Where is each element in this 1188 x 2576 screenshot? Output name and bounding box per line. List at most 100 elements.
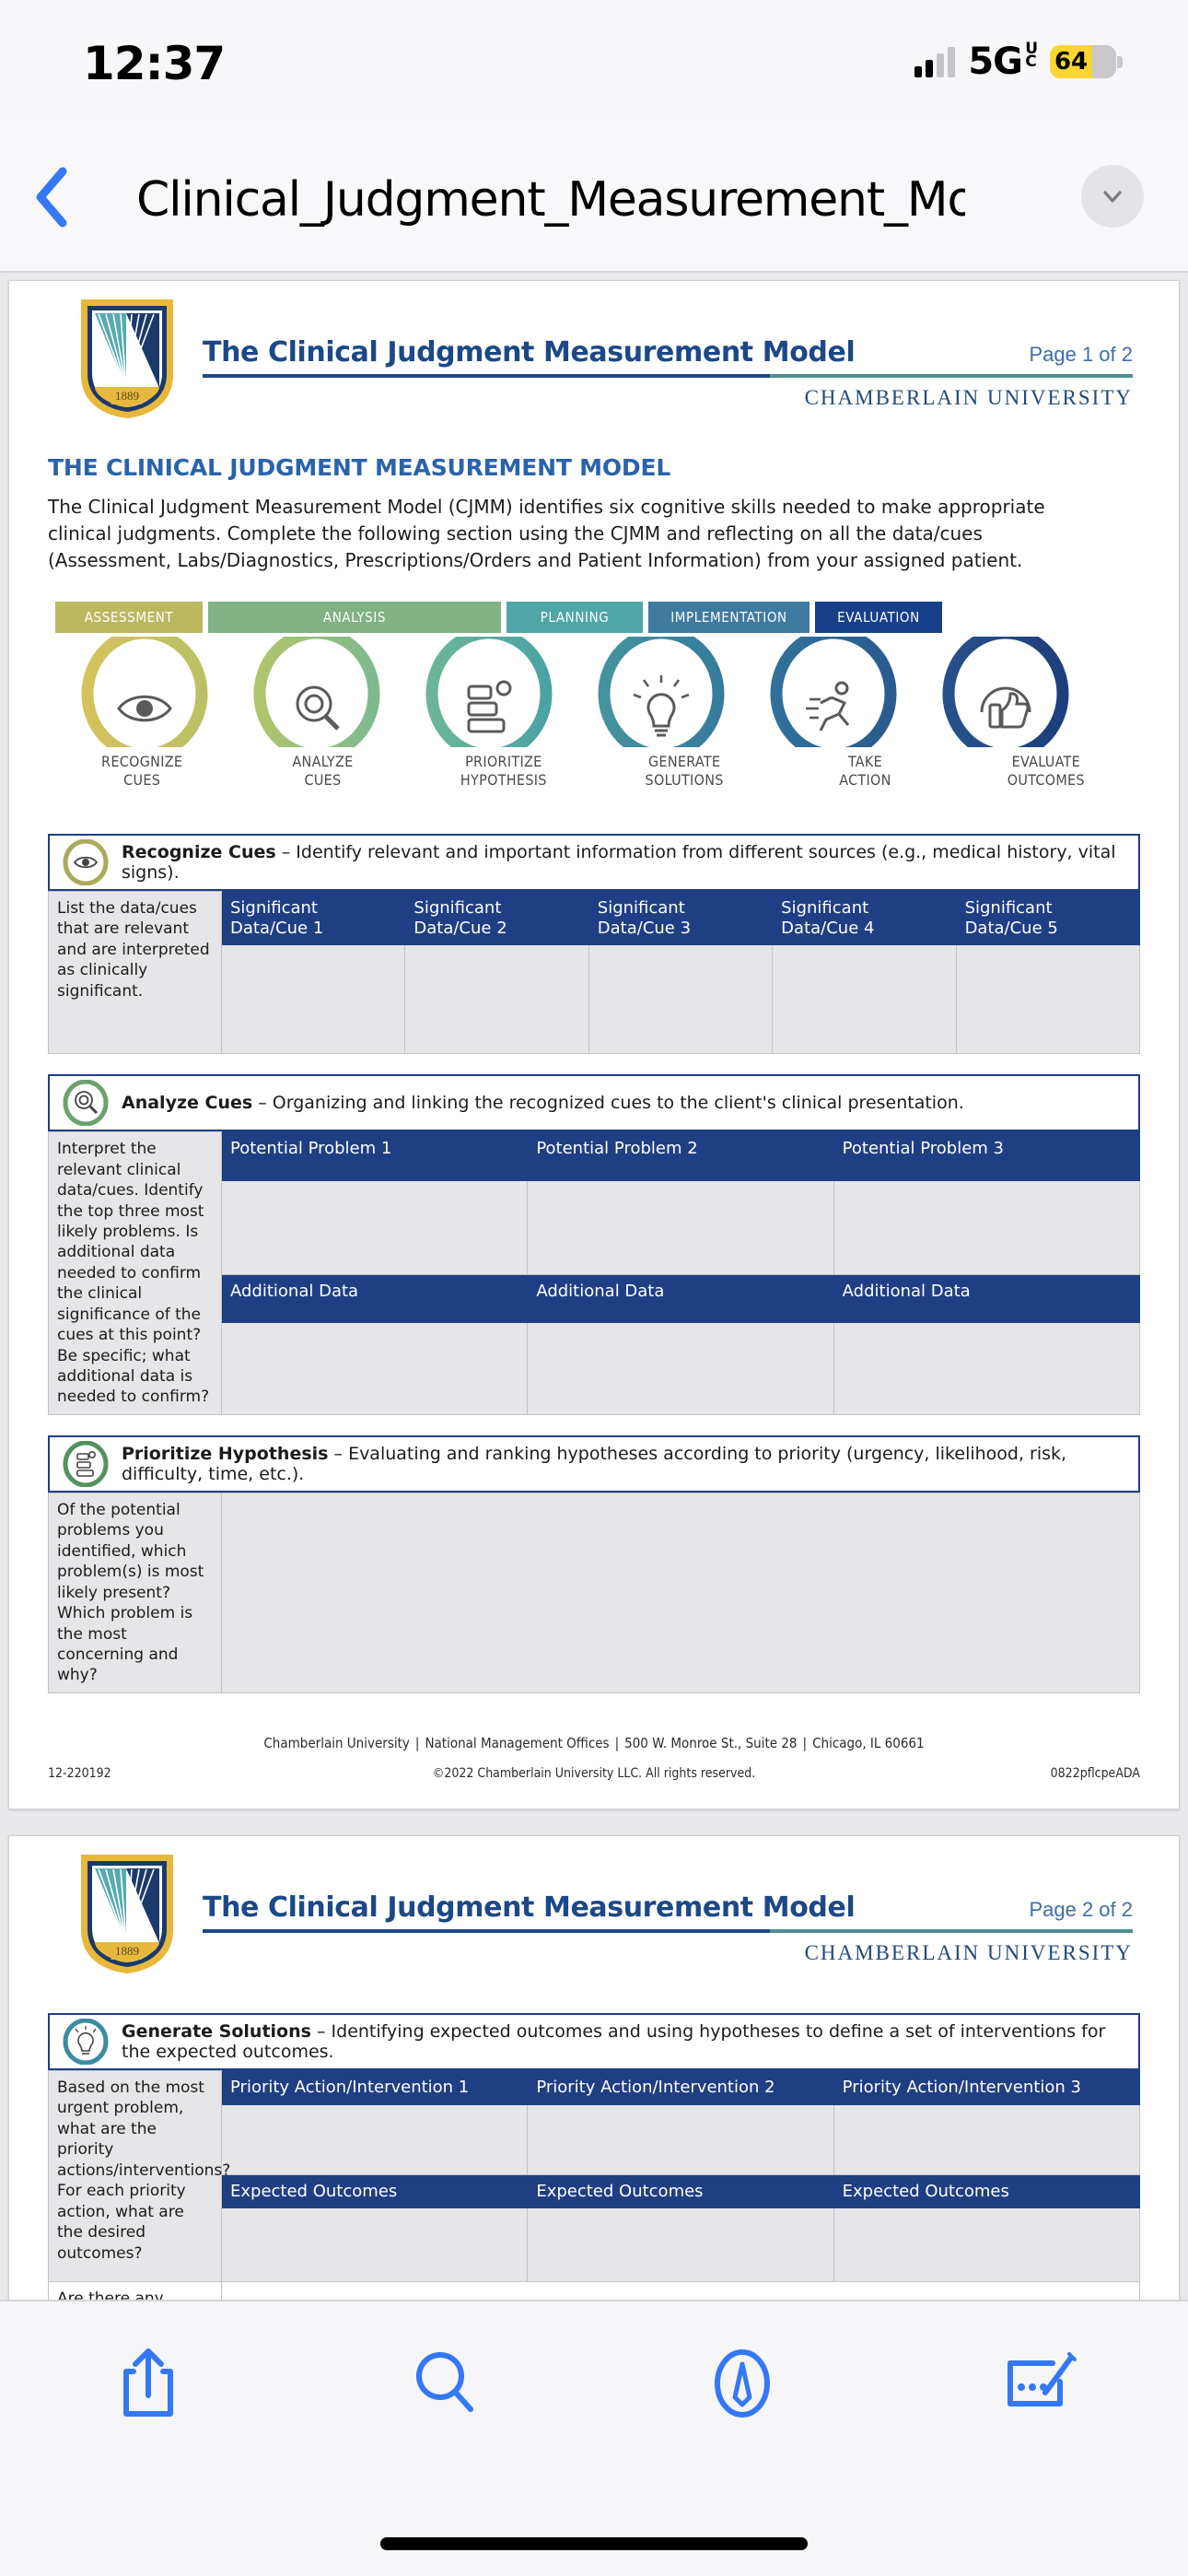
footer-doc-code-left: 12-220192 xyxy=(48,1766,111,1781)
cell-next-partial[interactable] xyxy=(221,2281,1140,2300)
col-header-additional-data-1: Additional Data xyxy=(220,1273,529,1323)
cell-sig-cue-1[interactable] xyxy=(220,944,406,1055)
cell-additional-data-2[interactable] xyxy=(527,1321,834,1415)
status-bar: 12:37 5G U C 64 xyxy=(0,0,1188,122)
cell-sig-cue-4[interactable] xyxy=(772,944,957,1055)
block-generate-solutions: Generate Solutions – Identifying expecte… xyxy=(48,2013,1141,2300)
step-label-evaluate-outcomes: EVALUATE OUTCOMES xyxy=(1007,753,1085,789)
section-heading: THE CLINICAL JUDGMENT MEASUREMENT MODEL xyxy=(48,454,671,481)
band-analyze-cues: Analyze Cues – Organizing and linking th… xyxy=(48,1074,1140,1132)
footer-address: Chamberlain University | National Manageme… xyxy=(48,1735,1140,1751)
phase-chip-analysis: ANALYSIS xyxy=(208,602,501,633)
table-row: List the data/cues that are relevant and… xyxy=(48,890,1141,1055)
col-header-expected-outcomes-1: Expected Outcomes xyxy=(220,2173,529,2209)
chamberlain-shield-logo: 1889 xyxy=(77,1851,177,1976)
footer-address-part-4: Chicago, IL 60661 xyxy=(812,1735,925,1751)
step-label-analyze-cues: ANALYZE CUES xyxy=(292,753,354,789)
step-label-generate-solutions: GENERATE SOLUTIONS xyxy=(645,753,724,789)
cell-sig-cue-2[interactable] xyxy=(404,944,589,1055)
chevron-left-icon[interactable] xyxy=(31,166,72,228)
phase-chip-planning: PLANNING xyxy=(507,602,643,633)
page-footer: Chamberlain University | National Manageme… xyxy=(48,1735,1140,1781)
document-page-1: 1889 The Clinical Judgment Measurement M… xyxy=(8,280,1180,1809)
cell-expected-outcomes-1[interactable] xyxy=(220,2207,529,2283)
page-header: 1889 The Clinical Judgment Measurement M… xyxy=(48,281,1140,419)
page-number-label: Page 1 of 2 xyxy=(1029,343,1133,366)
table-recognize-cues: List the data/cues that are relevant and… xyxy=(48,890,1141,1055)
battery-icon: 64 xyxy=(1050,45,1123,78)
prompt-recognize-cues: List the data/cues that are relevant and… xyxy=(48,890,222,1055)
cell-priority-action-3[interactable] xyxy=(833,2103,1141,2175)
logo-year: 1889 xyxy=(115,1944,139,1958)
col-header-potential-problem-1: Potential Problem 1 xyxy=(220,1131,529,1181)
university-name: CHAMBERLAIN UNIVERSITY xyxy=(804,1941,1133,1964)
chevron-down-icon[interactable] xyxy=(1081,165,1144,228)
battery-percent-label: 64 xyxy=(1054,48,1089,76)
band-text-prioritize-hypothesis: Prioritize Hypothesis – Evaluating and r… xyxy=(122,1444,1138,1484)
table-row: Of the potential problems you identified… xyxy=(48,1492,1140,1693)
gear-magnifier-icon xyxy=(63,1079,109,1127)
share-icon[interactable] xyxy=(0,2344,297,2423)
university-name: CHAMBERLAIN UNIVERSITY xyxy=(804,386,1133,409)
step-label-recognize-cues: RECOGNIZE CUES xyxy=(101,753,183,789)
page-header: 1889 The Clinical Judgment Measurement M… xyxy=(48,1836,1140,1974)
table-prioritize-hypothesis: Of the potential problems you identified… xyxy=(48,1492,1140,1693)
cell-sig-cue-5[interactable] xyxy=(955,944,1141,1055)
cell-additional-data-1[interactable] xyxy=(220,1321,529,1415)
block-prioritize-hypothesis: Prioritize Hypothesis – Evaluating and r… xyxy=(48,1434,1140,1693)
search-icon[interactable] xyxy=(297,2347,595,2420)
status-bar-time: 12:37 xyxy=(83,37,226,90)
thumbs-up-icon xyxy=(980,686,1031,729)
phase-chip-assessment: ASSESSMENT xyxy=(55,602,203,633)
col-header-priority-action-3: Priority Action/Intervention 3 xyxy=(833,2070,1141,2105)
running-person-icon xyxy=(806,681,850,732)
col-header-additional-data-3: Additional Data xyxy=(833,1273,1141,1323)
prompt-generate-solutions: Based on the most urgent problem, what a… xyxy=(48,2069,230,2283)
logo-year: 1889 xyxy=(115,389,139,403)
footer-address-part-1: Chamberlain University xyxy=(263,1735,410,1751)
lightbulb-icon xyxy=(633,675,690,737)
block-recognize-cues: Recognize Cues – Identify relevant and i… xyxy=(48,834,1141,1055)
cell-potential-problem-2[interactable] xyxy=(527,1179,834,1275)
band-dash: – xyxy=(252,1093,273,1114)
document-page-2: 1889 The Clinical Judgment Measurement M… xyxy=(8,1835,1180,2300)
footer-copyright: ©2022 Chamberlain University LLC. All ri… xyxy=(432,1766,756,1781)
band-prioritize-hypothesis: Prioritize Hypothesis – Evaluating and r… xyxy=(48,1434,1140,1493)
col-header-priority-action-1: Priority Action/Intervention 1 xyxy=(220,2070,529,2105)
col-header-expected-outcomes-3: Expected Outcomes xyxy=(833,2173,1141,2209)
cell-prioritize-hypothesis-answer[interactable] xyxy=(221,1492,1140,1693)
markup-icon[interactable] xyxy=(594,2344,891,2423)
col-header-sig-cue-5: Significant Data/Cue 5 xyxy=(955,890,1141,946)
annotate-icon[interactable] xyxy=(891,2347,1188,2420)
document-title: Clinical_Judgment_Measurement_Mo... xyxy=(136,172,965,228)
band-dash: – xyxy=(275,842,297,862)
cell-priority-action-2[interactable] xyxy=(527,2103,834,2175)
cell-potential-problem-1[interactable] xyxy=(220,1179,529,1275)
phase-chips: ASSESSMENT ANALYSIS PLANNING IMPLEMENTAT… xyxy=(48,602,1140,633)
band-dash: – xyxy=(328,1443,349,1464)
step-label-take-action: TAKE ACTION xyxy=(839,753,891,789)
cell-sig-cue-3[interactable] xyxy=(588,944,774,1055)
phase-chip-implementation: IMPLEMENTATION xyxy=(648,602,809,633)
phone-screen: 12:37 5G U C 64 Clinical_Judgment_Measurem… xyxy=(0,0,1188,2576)
cell-expected-outcomes-3[interactable] xyxy=(833,2207,1141,2283)
ranked-list-icon xyxy=(63,1440,109,1488)
cell-priority-action-1[interactable] xyxy=(220,2103,529,2175)
network-sup-bottom: C xyxy=(1025,53,1036,71)
home-indicator xyxy=(380,2537,808,2550)
band-dash: – xyxy=(310,2021,332,2042)
footer-address-part-3: 500 W. Monroe St., Suite 28 xyxy=(624,1735,798,1751)
page-number-label: Page 2 of 2 xyxy=(1029,1898,1133,1921)
document-scroll-area[interactable]: 1889 The Clinical Judgment Measurement M… xyxy=(0,273,1188,2300)
page-title: The Clinical Judgment Measurement Model xyxy=(203,336,856,369)
col-header-sig-cue-1: Significant Data/Cue 1 xyxy=(220,890,406,946)
band-text-analyze-cues: Analyze Cues – Organizing and linking th… xyxy=(122,1093,964,1113)
cell-additional-data-3[interactable] xyxy=(833,1321,1141,1415)
prompt-next-partial: Are there any xyxy=(48,2281,222,2300)
band-title: Prioritize Hypothesis xyxy=(122,1443,329,1464)
cell-expected-outcomes-2[interactable] xyxy=(527,2207,834,2283)
gear-magnifier-icon xyxy=(296,685,340,731)
cell-potential-problem-3[interactable] xyxy=(833,1179,1141,1275)
col-header-potential-problem-2: Potential Problem 2 xyxy=(527,1131,834,1181)
navigation-bar: Clinical_Judgment_Measurement_Mo... xyxy=(0,122,1188,273)
